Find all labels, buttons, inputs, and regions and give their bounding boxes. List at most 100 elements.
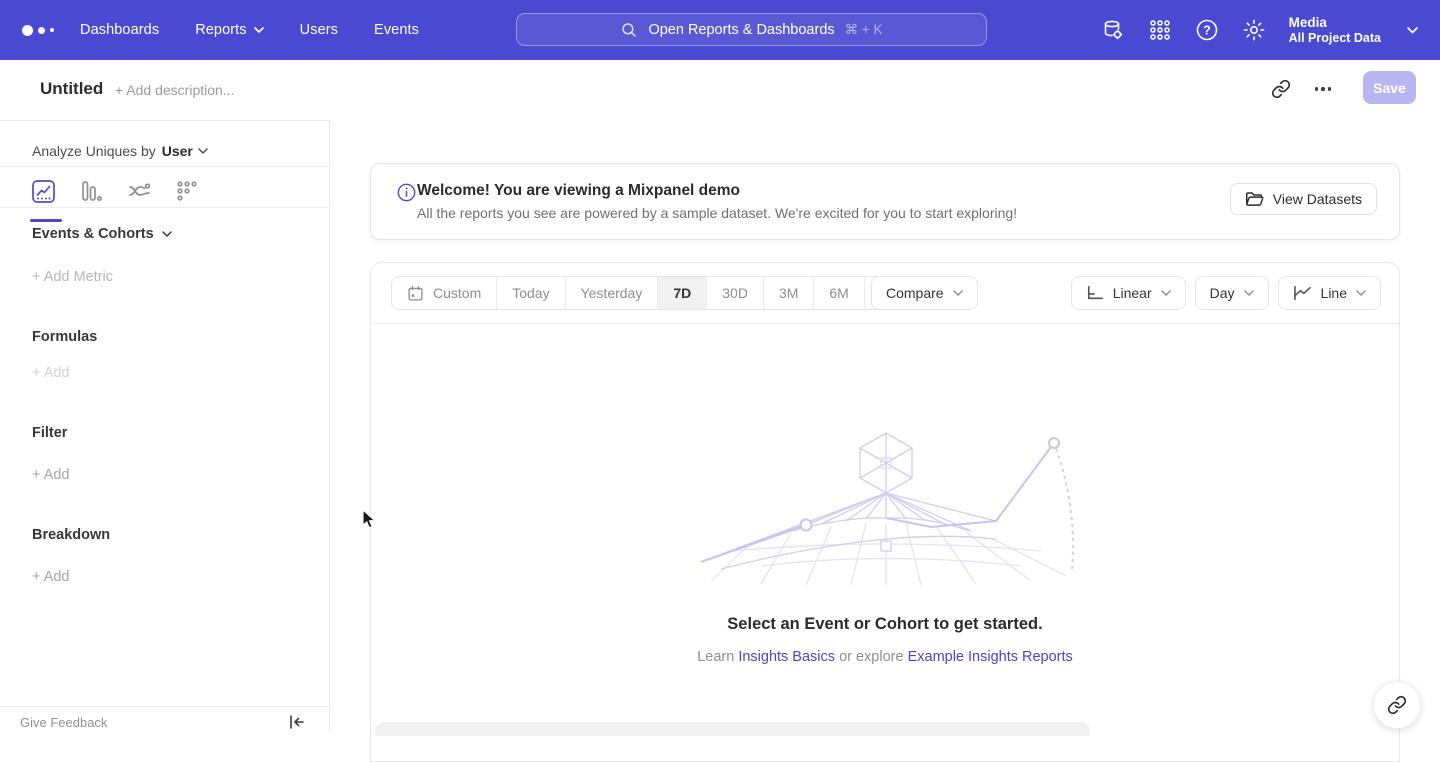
tab-scatter-chart[interactable]	[174, 179, 200, 219]
selected-tab-underline	[30, 219, 62, 222]
data-management-icon[interactable]	[1101, 18, 1125, 42]
search-placeholder: Open Reports & Dashboards	[648, 22, 834, 38]
copy-link-icon[interactable]	[1266, 74, 1296, 104]
tab-line-chart[interactable]	[30, 179, 56, 219]
filter-section: Filter	[32, 425, 67, 441]
chart-type-tabs	[30, 179, 200, 219]
compare-button[interactable]: Compare	[871, 276, 978, 310]
mixpanel-logo[interactable]	[22, 25, 68, 36]
collapse-sidebar-icon[interactable]	[286, 711, 308, 733]
nav-item-users[interactable]: Users	[300, 22, 338, 38]
date-range-custom[interactable]: Custom	[392, 277, 497, 309]
save-button[interactable]: Save	[1363, 71, 1416, 104]
chevron-down-icon	[1356, 290, 1366, 296]
calendar-icon	[407, 285, 424, 302]
logo-dot	[38, 27, 45, 34]
info-icon	[397, 183, 416, 202]
breakdown-label: Breakdown	[32, 527, 110, 543]
interval-selector[interactable]: Day	[1195, 276, 1269, 310]
nav-item-events[interactable]: Events	[374, 22, 419, 38]
search-shortcut: ⌘ + K	[845, 22, 883, 38]
project-name: Media	[1289, 14, 1381, 31]
scale-selector[interactable]: Linear	[1071, 276, 1186, 310]
empty-state-hint: Learn Insights Basics or explore Example…	[371, 649, 1399, 665]
project-switcher[interactable]: Media All Project Data	[1289, 14, 1418, 46]
chevron-down-icon	[953, 290, 963, 296]
add-formula-button[interactable]: + Add	[32, 365, 70, 381]
analyze-uniques-row: Analyze Uniques by User	[32, 143, 208, 159]
example-insights-reports-link[interactable]: Example Insights Reports	[908, 649, 1073, 665]
nav-item-reports[interactable]: Reports	[195, 22, 263, 38]
top-nav: Dashboards Reports Users Events Open Rep…	[0, 0, 1440, 60]
svg-text:?: ?	[1203, 24, 1211, 38]
report-card: Custom Today Yesterday 7D 30D 3M 6M 12M …	[370, 262, 1400, 762]
chevron-down-icon	[1407, 27, 1418, 34]
view-datasets-label: View Datasets	[1273, 191, 1362, 207]
empty-state-illustration	[691, 421, 1081, 586]
help-icon[interactable]: ?	[1195, 18, 1219, 42]
apps-grid-icon[interactable]	[1148, 18, 1172, 42]
chart-type-selector[interactable]: Line	[1278, 276, 1381, 310]
analyze-by-selector[interactable]: User	[162, 143, 208, 159]
welcome-banner: Welcome! You are viewing a Mixpanel demo…	[370, 163, 1400, 240]
formulas-section: Formulas	[32, 329, 97, 345]
folder-icon	[1245, 191, 1264, 208]
report-header: Untitled + Add description... Save	[0, 60, 1440, 120]
filter-label: Filter	[32, 425, 67, 441]
hint-prefix: Learn	[697, 649, 734, 665]
banner-title: Welcome! You are viewing a Mixpanel demo	[417, 182, 740, 200]
date-range-30d[interactable]: 30D	[707, 277, 764, 309]
add-filter-button[interactable]: + Add	[32, 467, 70, 483]
date-range-7d[interactable]: 7D	[658, 277, 707, 309]
interval-label: Day	[1210, 285, 1235, 301]
date-range-6m[interactable]: 6M	[814, 277, 864, 309]
divider	[371, 323, 1399, 324]
chevron-down-icon	[1244, 290, 1254, 296]
insights-basics-link[interactable]: Insights Basics	[738, 649, 835, 665]
analyze-label: Analyze Uniques by	[32, 143, 156, 159]
tab-flow-chart[interactable]	[126, 179, 152, 219]
report-title[interactable]: Untitled	[40, 79, 103, 99]
link-icon	[1387, 695, 1407, 715]
app-window: Dashboards Reports Users Events Open Rep…	[0, 0, 1440, 732]
tab-bar-chart[interactable]	[78, 179, 104, 219]
global-search[interactable]: Open Reports & Dashboards ⌘ + K	[516, 13, 987, 46]
analyze-by-value: User	[162, 143, 193, 159]
date-range-yesterday[interactable]: Yesterday	[566, 277, 659, 309]
logo-dot	[50, 28, 54, 32]
nav-item-dashboards[interactable]: Dashboards	[80, 22, 159, 38]
bottom-panel-edge[interactable]	[375, 722, 1090, 736]
share-link-fab[interactable]	[1373, 681, 1421, 729]
query-builder-sidebar: Analyze Uniques by User	[0, 120, 330, 732]
chevron-down-icon	[1161, 290, 1171, 296]
chevron-down-icon	[254, 27, 264, 33]
date-range-today[interactable]: Today	[497, 277, 565, 309]
give-feedback-link[interactable]: Give Feedback	[20, 715, 107, 730]
date-range-3m[interactable]: 3M	[764, 277, 814, 309]
nav-right-cluster: ? Media All Project Data	[1101, 0, 1440, 60]
chart-controls-row: Custom Today Yesterday 7D 30D 3M 6M 12M …	[371, 263, 1399, 323]
chart-display-controls: Linear Day Line	[1071, 276, 1381, 310]
banner-subtitle: All the reports you see are powered by a…	[417, 205, 1017, 221]
scale-label: Linear	[1113, 285, 1152, 301]
chart-type-label: Line	[1321, 285, 1347, 301]
project-scope: All Project Data	[1289, 31, 1381, 46]
view-datasets-button[interactable]: View Datasets	[1230, 183, 1377, 215]
divider	[0, 706, 330, 707]
settings-gear-icon[interactable]	[1242, 18, 1266, 42]
formulas-label: Formulas	[32, 329, 97, 345]
date-range-control: Custom Today Yesterday 7D 30D 3M 6M 12M	[391, 276, 923, 310]
more-options-icon[interactable]	[1308, 74, 1338, 104]
chevron-down-icon	[198, 148, 208, 154]
divider	[0, 166, 330, 167]
breakdown-section: Breakdown	[32, 527, 110, 543]
empty-state-title: Select an Event or Cohort to get started…	[371, 615, 1399, 634]
hint-middle: or explore	[839, 649, 903, 665]
logo-dot	[22, 25, 33, 36]
add-breakdown-button[interactable]: + Add	[32, 569, 70, 585]
add-metric-button[interactable]: + Add Metric	[32, 269, 113, 285]
add-description-field[interactable]: + Add description...	[115, 82, 234, 98]
events-cohorts-section[interactable]: Events & Cohorts	[32, 226, 172, 242]
primary-nav: Dashboards Reports Users Events	[80, 22, 419, 38]
events-cohorts-label: Events & Cohorts	[32, 226, 154, 242]
